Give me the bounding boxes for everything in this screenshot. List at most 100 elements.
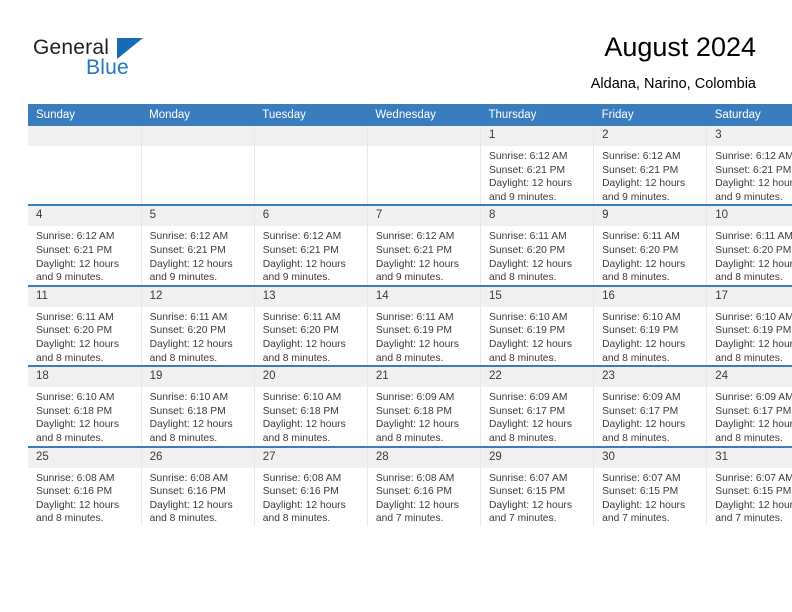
calendar-day-cell[interactable]: 31 Sunrise: 6:07 AM Sunset: 6:15 PM Dayligh…	[706, 445, 792, 526]
day-number: 8	[481, 206, 594, 227]
day-sunset-text: Sunset: 6:21 PM	[149, 244, 226, 256]
day-daylight2-text: and 8 minutes.	[149, 513, 218, 525]
day-number	[367, 126, 480, 146]
day-sunset-text: Sunset: 6:17 PM	[715, 405, 792, 417]
calendar-day-cell[interactable]: 11 Sunrise: 6:11 AM Sunset: 6:20 PM Dayligh…	[28, 284, 142, 367]
calendar-day-cell[interactable]: 9 Sunrise: 6:11 AM Sunset: 6:20 PM Daylight…	[593, 204, 707, 286]
day-daylight1-text: Daylight: 12 hours	[36, 258, 119, 270]
day-sunset-text: Sunset: 6:21 PM	[602, 164, 679, 176]
day-details: Sunrise: 6:10 AM Sunset: 6:19 PM Daylight:…	[594, 307, 706, 365]
day-number: 3	[707, 126, 792, 146]
calendar-day-cell[interactable]: 6 Sunrise: 6:12 AM Sunset: 6:21 PM Daylight…	[253, 204, 368, 286]
calendar-day-cell[interactable]: 5 Sunrise: 6:12 AM Sunset: 6:21 PM Daylight…	[140, 204, 255, 286]
calendar-grid: Sunday Monday Tuesday Wednesday Thursday…	[28, 104, 792, 526]
calendar-day-cell[interactable]: 3 Sunrise: 6:12 AM Sunset: 6:21 PM Daylight…	[706, 126, 792, 206]
day-number: 1	[481, 126, 594, 146]
day-number: 9	[594, 206, 707, 227]
day-details: Sunrise: 6:11 AM Sunset: 6:20 PM Daylight:…	[707, 226, 792, 284]
day-number: 2	[594, 126, 707, 146]
day-sunset-text: Sunset: 6:20 PM	[262, 325, 339, 337]
day-number: 15	[481, 286, 594, 307]
calendar-day-cell[interactable]: 23 Sunrise: 6:09 AM Sunset: 6:17 PM Dayligh…	[593, 365, 707, 447]
calendar-day-cell[interactable]: 30 Sunrise: 6:07 AM Sunset: 6:15 PM Dayligh…	[593, 445, 707, 526]
day-daylight2-text: and 8 minutes.	[602, 272, 670, 284]
day-sunrise-text: Sunrise: 6:08 AM	[149, 472, 229, 484]
calendar-day-cell[interactable]: 14 Sunrise: 6:11 AM Sunset: 6:19 PM Dayligh…	[366, 284, 481, 367]
day-sunset-text: Sunset: 6:15 PM	[715, 486, 792, 498]
day-sunset-text: Sunset: 6:15 PM	[489, 486, 566, 498]
calendar-day-cell[interactable]: 24 Sunrise: 6:09 AM Sunset: 6:17 PM Dayligh…	[706, 365, 792, 447]
day-sunset-text: Sunset: 6:20 PM	[715, 244, 792, 256]
calendar-cell-empty	[253, 126, 368, 206]
day-sunrise-text: Sunrise: 6:09 AM	[602, 392, 681, 404]
calendar-week-row: 1 Sunrise: 6:12 AM Sunset: 6:21 PM Daylight…	[28, 126, 792, 206]
logo[interactable]: General Blue	[33, 36, 253, 86]
day-daylight1-text: Daylight: 12 hours	[602, 338, 686, 350]
day-sunset-text: Sunset: 6:21 PM	[262, 244, 339, 256]
day-details: Sunrise: 6:09 AM Sunset: 6:17 PM Daylight:…	[707, 387, 792, 445]
day-daylight2-text: and 9 minutes.	[602, 191, 670, 203]
day-number: 30	[594, 447, 707, 468]
weekday-header-wednesday: Wednesday	[367, 104, 481, 126]
day-daylight1-text: Daylight: 12 hours	[36, 338, 119, 350]
calendar-day-cell[interactable]: 22 Sunrise: 6:09 AM Sunset: 6:17 PM Dayligh…	[479, 365, 594, 447]
day-details: Sunrise: 6:11 AM Sunset: 6:19 PM Daylight:…	[368, 307, 480, 365]
day-number: 23	[594, 367, 707, 388]
calendar-day-cell[interactable]: 13 Sunrise: 6:11 AM Sunset: 6:20 PM Dayligh…	[253, 284, 368, 367]
day-number: 27	[254, 447, 367, 468]
day-details: Sunrise: 6:12 AM Sunset: 6:21 PM Daylight:…	[481, 146, 593, 204]
calendar-cell-empty	[366, 126, 481, 206]
weekday-header-friday: Friday	[593, 104, 707, 126]
calendar-day-cell[interactable]: 21 Sunrise: 6:09 AM Sunset: 6:18 PM Dayligh…	[366, 365, 481, 447]
calendar-cell-empty	[28, 126, 142, 206]
calendar-day-cell[interactable]: 27 Sunrise: 6:08 AM Sunset: 6:16 PM Dayligh…	[253, 445, 368, 526]
calendar-day-cell[interactable]: 16 Sunrise: 6:10 AM Sunset: 6:19 PM Dayligh…	[593, 284, 707, 367]
day-details: Sunrise: 6:11 AM Sunset: 6:20 PM Daylight:…	[594, 226, 706, 284]
calendar-day-cell[interactable]: 20 Sunrise: 6:10 AM Sunset: 6:18 PM Dayligh…	[253, 365, 368, 447]
day-daylight1-text: Daylight: 12 hours	[489, 258, 572, 270]
day-sunset-text: Sunset: 6:21 PM	[715, 164, 792, 176]
calendar-day-cell[interactable]: 15 Sunrise: 6:10 AM Sunset: 6:19 PM Dayligh…	[479, 284, 594, 367]
day-daylight1-text: Daylight: 12 hours	[262, 419, 346, 431]
day-daylight1-text: Daylight: 12 hours	[262, 338, 346, 350]
day-daylight2-text: and 8 minutes.	[715, 432, 783, 444]
day-number: 5	[141, 206, 254, 227]
calendar-day-cell[interactable]: 7 Sunrise: 6:12 AM Sunset: 6:21 PM Daylight…	[366, 204, 481, 286]
calendar-day-cell[interactable]: 12 Sunrise: 6:11 AM Sunset: 6:20 PM Dayligh…	[140, 284, 255, 367]
day-number: 26	[141, 447, 254, 468]
day-number: 28	[367, 447, 480, 468]
calendar-day-cell[interactable]: 2 Sunrise: 6:12 AM Sunset: 6:21 PM Daylight…	[593, 126, 707, 206]
day-sunrise-text: Sunrise: 6:09 AM	[375, 392, 455, 404]
day-details: Sunrise: 6:11 AM Sunset: 6:20 PM Daylight:…	[481, 226, 593, 284]
day-daylight2-text: and 7 minutes.	[715, 513, 783, 525]
calendar-day-cell[interactable]: 18 Sunrise: 6:10 AM Sunset: 6:18 PM Dayligh…	[28, 365, 142, 447]
day-sunset-text: Sunset: 6:16 PM	[262, 486, 339, 498]
day-number: 4	[28, 206, 141, 227]
weekday-header-thursday: Thursday	[480, 104, 594, 126]
calendar-day-cell[interactable]: 28 Sunrise: 6:08 AM Sunset: 6:16 PM Dayligh…	[366, 445, 481, 526]
day-daylight2-text: and 9 minutes.	[715, 191, 783, 203]
day-sunset-text: Sunset: 6:16 PM	[375, 486, 453, 498]
calendar-body: 1 Sunrise: 6:12 AM Sunset: 6:21 PM Daylight…	[28, 126, 792, 526]
calendar-day-cell[interactable]: 29 Sunrise: 6:07 AM Sunset: 6:15 PM Dayligh…	[479, 445, 594, 526]
day-details: Sunrise: 6:12 AM Sunset: 6:21 PM Daylight:…	[28, 226, 141, 284]
day-number: 7	[367, 206, 480, 227]
calendar-day-cell[interactable]: 1 Sunrise: 6:12 AM Sunset: 6:21 PM Daylight…	[479, 126, 594, 206]
day-details: Sunrise: 6:11 AM Sunset: 6:20 PM Daylight:…	[28, 307, 141, 365]
day-number: 20	[254, 367, 367, 388]
calendar-day-cell[interactable]: 25 Sunrise: 6:08 AM Sunset: 6:16 PM Dayligh…	[28, 445, 142, 526]
day-sunset-text: Sunset: 6:21 PM	[375, 244, 453, 256]
day-daylight2-text: and 8 minutes.	[489, 272, 557, 284]
day-sunrise-text: Sunrise: 6:11 AM	[375, 311, 454, 323]
day-number: 6	[254, 206, 367, 227]
day-details: Sunrise: 6:11 AM Sunset: 6:20 PM Daylight:…	[142, 307, 254, 365]
calendar-day-cell[interactable]: 8 Sunrise: 6:11 AM Sunset: 6:20 PM Daylight…	[479, 204, 594, 286]
day-sunset-text: Sunset: 6:18 PM	[149, 405, 226, 417]
calendar-day-cell[interactable]: 17 Sunrise: 6:10 AM Sunset: 6:19 PM Dayligh…	[706, 284, 792, 367]
day-daylight1-text: Daylight: 12 hours	[489, 419, 572, 431]
weekday-header-saturday: Saturday	[706, 104, 792, 126]
calendar-day-cell[interactable]: 4 Sunrise: 6:12 AM Sunset: 6:21 PM Daylight…	[28, 204, 142, 286]
calendar-day-cell[interactable]: 10 Sunrise: 6:11 AM Sunset: 6:20 PM Dayligh…	[706, 204, 792, 286]
calendar-day-cell[interactable]: 26 Sunrise: 6:08 AM Sunset: 6:16 PM Dayligh…	[140, 445, 255, 526]
calendar-day-cell[interactable]: 19 Sunrise: 6:10 AM Sunset: 6:18 PM Dayligh…	[140, 365, 255, 447]
